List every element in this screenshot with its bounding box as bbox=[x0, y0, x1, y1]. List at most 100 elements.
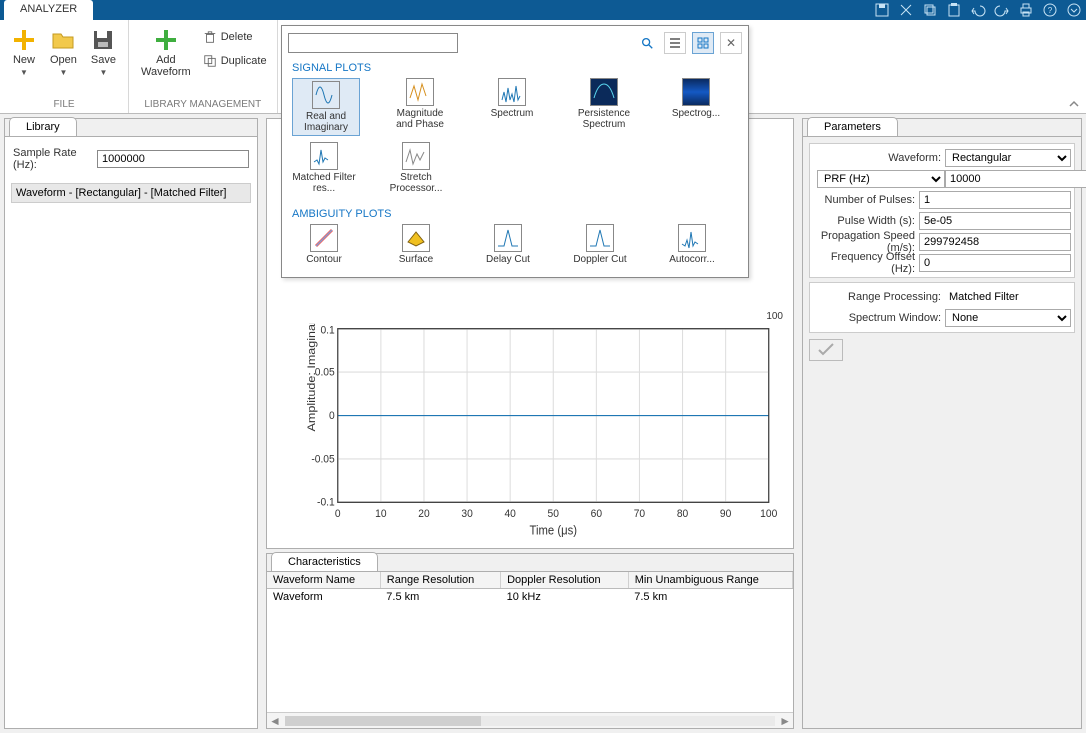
frequency-offset-label: Frequency Offset (Hz): bbox=[813, 251, 919, 275]
library-item[interactable]: Waveform - [Rectangular] - [Matched Filt… bbox=[11, 183, 251, 203]
gallery-item-doppler-cut[interactable]: Doppler Cut bbox=[568, 224, 632, 265]
svg-text:50: 50 bbox=[548, 508, 559, 521]
delete-button[interactable]: Delete bbox=[203, 28, 267, 46]
prf-select[interactable]: PRF (Hz) bbox=[817, 170, 945, 188]
duplicate-label: Duplicate bbox=[221, 55, 267, 67]
copy-icon[interactable] bbox=[922, 2, 938, 18]
npulses-input[interactable] bbox=[919, 191, 1071, 209]
ribbon-group-file: New ▼ Open ▼ Save ▼ FILE bbox=[0, 20, 129, 113]
xtick-value: 100 bbox=[766, 311, 783, 322]
svg-text:30: 30 bbox=[461, 508, 472, 521]
search-icon[interactable] bbox=[640, 36, 654, 50]
undo-icon[interactable] bbox=[970, 2, 986, 18]
gallery-item-matched-filter[interactable]: Matched Filter res... bbox=[292, 142, 356, 194]
menu-icon[interactable] bbox=[1066, 2, 1082, 18]
dropdown-arrow-icon: ▼ bbox=[100, 68, 108, 77]
imaginary-plot: Amplitude: Imaginary Part (V) bbox=[307, 323, 779, 540]
open-label: Open bbox=[50, 54, 77, 66]
dropdown-arrow-icon: ▼ bbox=[60, 68, 68, 77]
table-cell: Waveform bbox=[267, 589, 380, 606]
scroll-right-icon[interactable]: ► bbox=[779, 714, 791, 728]
gallery-item-label: Matched Filter res... bbox=[292, 172, 356, 194]
spectrum-window-label: Spectrum Window: bbox=[813, 312, 945, 324]
table-cell: 7.5 km bbox=[628, 589, 792, 606]
doppler-cut-icon bbox=[586, 224, 614, 252]
gallery-item-spectrogram[interactable]: Spectrog... bbox=[664, 78, 728, 136]
waveform-label: Waveform: bbox=[813, 152, 945, 164]
gallery-item-delay-cut[interactable]: Delay Cut bbox=[476, 224, 540, 265]
horizontal-scrollbar[interactable]: ◄ ► bbox=[267, 712, 793, 728]
spectrogram-icon bbox=[682, 78, 710, 106]
open-button[interactable]: Open ▼ bbox=[48, 24, 79, 81]
gallery-item-real-imaginary[interactable]: Real and Imaginary bbox=[292, 78, 360, 136]
svg-text:20: 20 bbox=[418, 508, 429, 521]
parameters-tab[interactable]: Parameters bbox=[807, 117, 898, 136]
gallery-item-spectrum[interactable]: Spectrum bbox=[480, 78, 544, 136]
add-waveform-button[interactable]: Add Waveform bbox=[139, 24, 193, 82]
gallery-item-stretch-processor[interactable]: Stretch Processor... bbox=[384, 142, 448, 194]
table-cell: 10 kHz bbox=[501, 589, 629, 606]
gallery-item-persistence[interactable]: Persistence Spectrum bbox=[572, 78, 636, 136]
characteristics-tab[interactable]: Characteristics bbox=[271, 552, 378, 571]
table-cell: 7.5 km bbox=[380, 589, 500, 606]
table-col-name[interactable]: Waveform Name bbox=[267, 572, 380, 589]
paste-icon[interactable] bbox=[946, 2, 962, 18]
pulse-width-label: Pulse Width (s): bbox=[813, 215, 919, 227]
duplicate-button[interactable]: Duplicate bbox=[203, 52, 267, 70]
gallery-item-label: Doppler Cut bbox=[573, 254, 626, 265]
parameters-panel: Parameters Waveform: Rectangular PRF (Hz… bbox=[802, 118, 1082, 729]
gallery-item-contour[interactable]: Contour bbox=[292, 224, 356, 265]
autocorr-icon bbox=[678, 224, 706, 252]
gallery-item-label: Stretch Processor... bbox=[384, 172, 448, 194]
svg-text:40: 40 bbox=[504, 508, 515, 521]
table-col-doppler[interactable]: Doppler Resolution bbox=[501, 572, 629, 589]
checkmark-icon bbox=[817, 343, 835, 357]
table-row[interactable]: Waveform 7.5 km 10 kHz 7.5 km bbox=[267, 589, 793, 606]
library-tab[interactable]: Library bbox=[9, 117, 77, 136]
save-icon[interactable] bbox=[874, 2, 890, 18]
persistence-icon bbox=[590, 78, 618, 106]
svg-text:10: 10 bbox=[375, 508, 386, 521]
print-icon[interactable] bbox=[1018, 2, 1034, 18]
contour-icon bbox=[310, 224, 338, 252]
gallery-section-label: SIGNAL PLOTS bbox=[292, 62, 742, 74]
pulse-width-input[interactable] bbox=[919, 212, 1071, 230]
spectrum-window-select[interactable]: None bbox=[945, 309, 1071, 327]
title-bar: ANALYZER ? bbox=[0, 0, 1086, 20]
new-button[interactable]: New ▼ bbox=[10, 24, 38, 81]
waveform-select[interactable]: Rectangular bbox=[945, 149, 1071, 167]
table-col-unambiguous[interactable]: Min Unambiguous Range bbox=[628, 572, 792, 589]
surface-icon bbox=[402, 224, 430, 252]
grid-view-toggle[interactable] bbox=[692, 32, 714, 54]
waveform-icon bbox=[406, 78, 434, 106]
gallery-item-autocorr[interactable]: Autocorr... bbox=[660, 224, 724, 265]
table-col-range[interactable]: Range Resolution bbox=[380, 572, 500, 589]
ribbon-tab-analyzer[interactable]: ANALYZER bbox=[4, 0, 93, 20]
sample-rate-label: Sample Rate (Hz): bbox=[13, 147, 93, 171]
gallery-item-label: Surface bbox=[399, 254, 433, 265]
library-panel: Library Sample Rate (Hz): Waveform - [Re… bbox=[4, 118, 258, 729]
duplicate-icon bbox=[203, 54, 217, 68]
close-gallery-button[interactable]: ✕ bbox=[720, 32, 742, 54]
svg-text:0.1: 0.1 bbox=[320, 324, 334, 337]
svg-text:70: 70 bbox=[634, 508, 645, 521]
scroll-left-icon[interactable]: ◄ bbox=[269, 714, 281, 728]
help-icon[interactable]: ? bbox=[1042, 2, 1058, 18]
frequency-offset-input[interactable] bbox=[919, 254, 1071, 272]
propagation-speed-input[interactable] bbox=[919, 233, 1071, 251]
sample-rate-input[interactable] bbox=[97, 150, 249, 168]
apply-button[interactable] bbox=[809, 339, 843, 361]
collapse-ribbon-icon[interactable] bbox=[1068, 98, 1080, 110]
prf-input[interactable] bbox=[945, 170, 1086, 188]
redo-icon[interactable] bbox=[994, 2, 1010, 18]
gallery-search-input[interactable] bbox=[288, 33, 458, 53]
ribbon-group-label: LIBRARY MANAGEMENT bbox=[139, 97, 267, 113]
save-button[interactable]: Save ▼ bbox=[89, 24, 118, 81]
svg-text:0.05: 0.05 bbox=[315, 366, 335, 379]
delay-cut-icon bbox=[494, 224, 522, 252]
list-view-toggle[interactable] bbox=[664, 32, 686, 54]
svg-text:100: 100 bbox=[760, 508, 777, 521]
cut-icon[interactable] bbox=[898, 2, 914, 18]
gallery-item-magnitude-phase[interactable]: Magnitude and Phase bbox=[388, 78, 452, 136]
gallery-item-surface[interactable]: Surface bbox=[384, 224, 448, 265]
